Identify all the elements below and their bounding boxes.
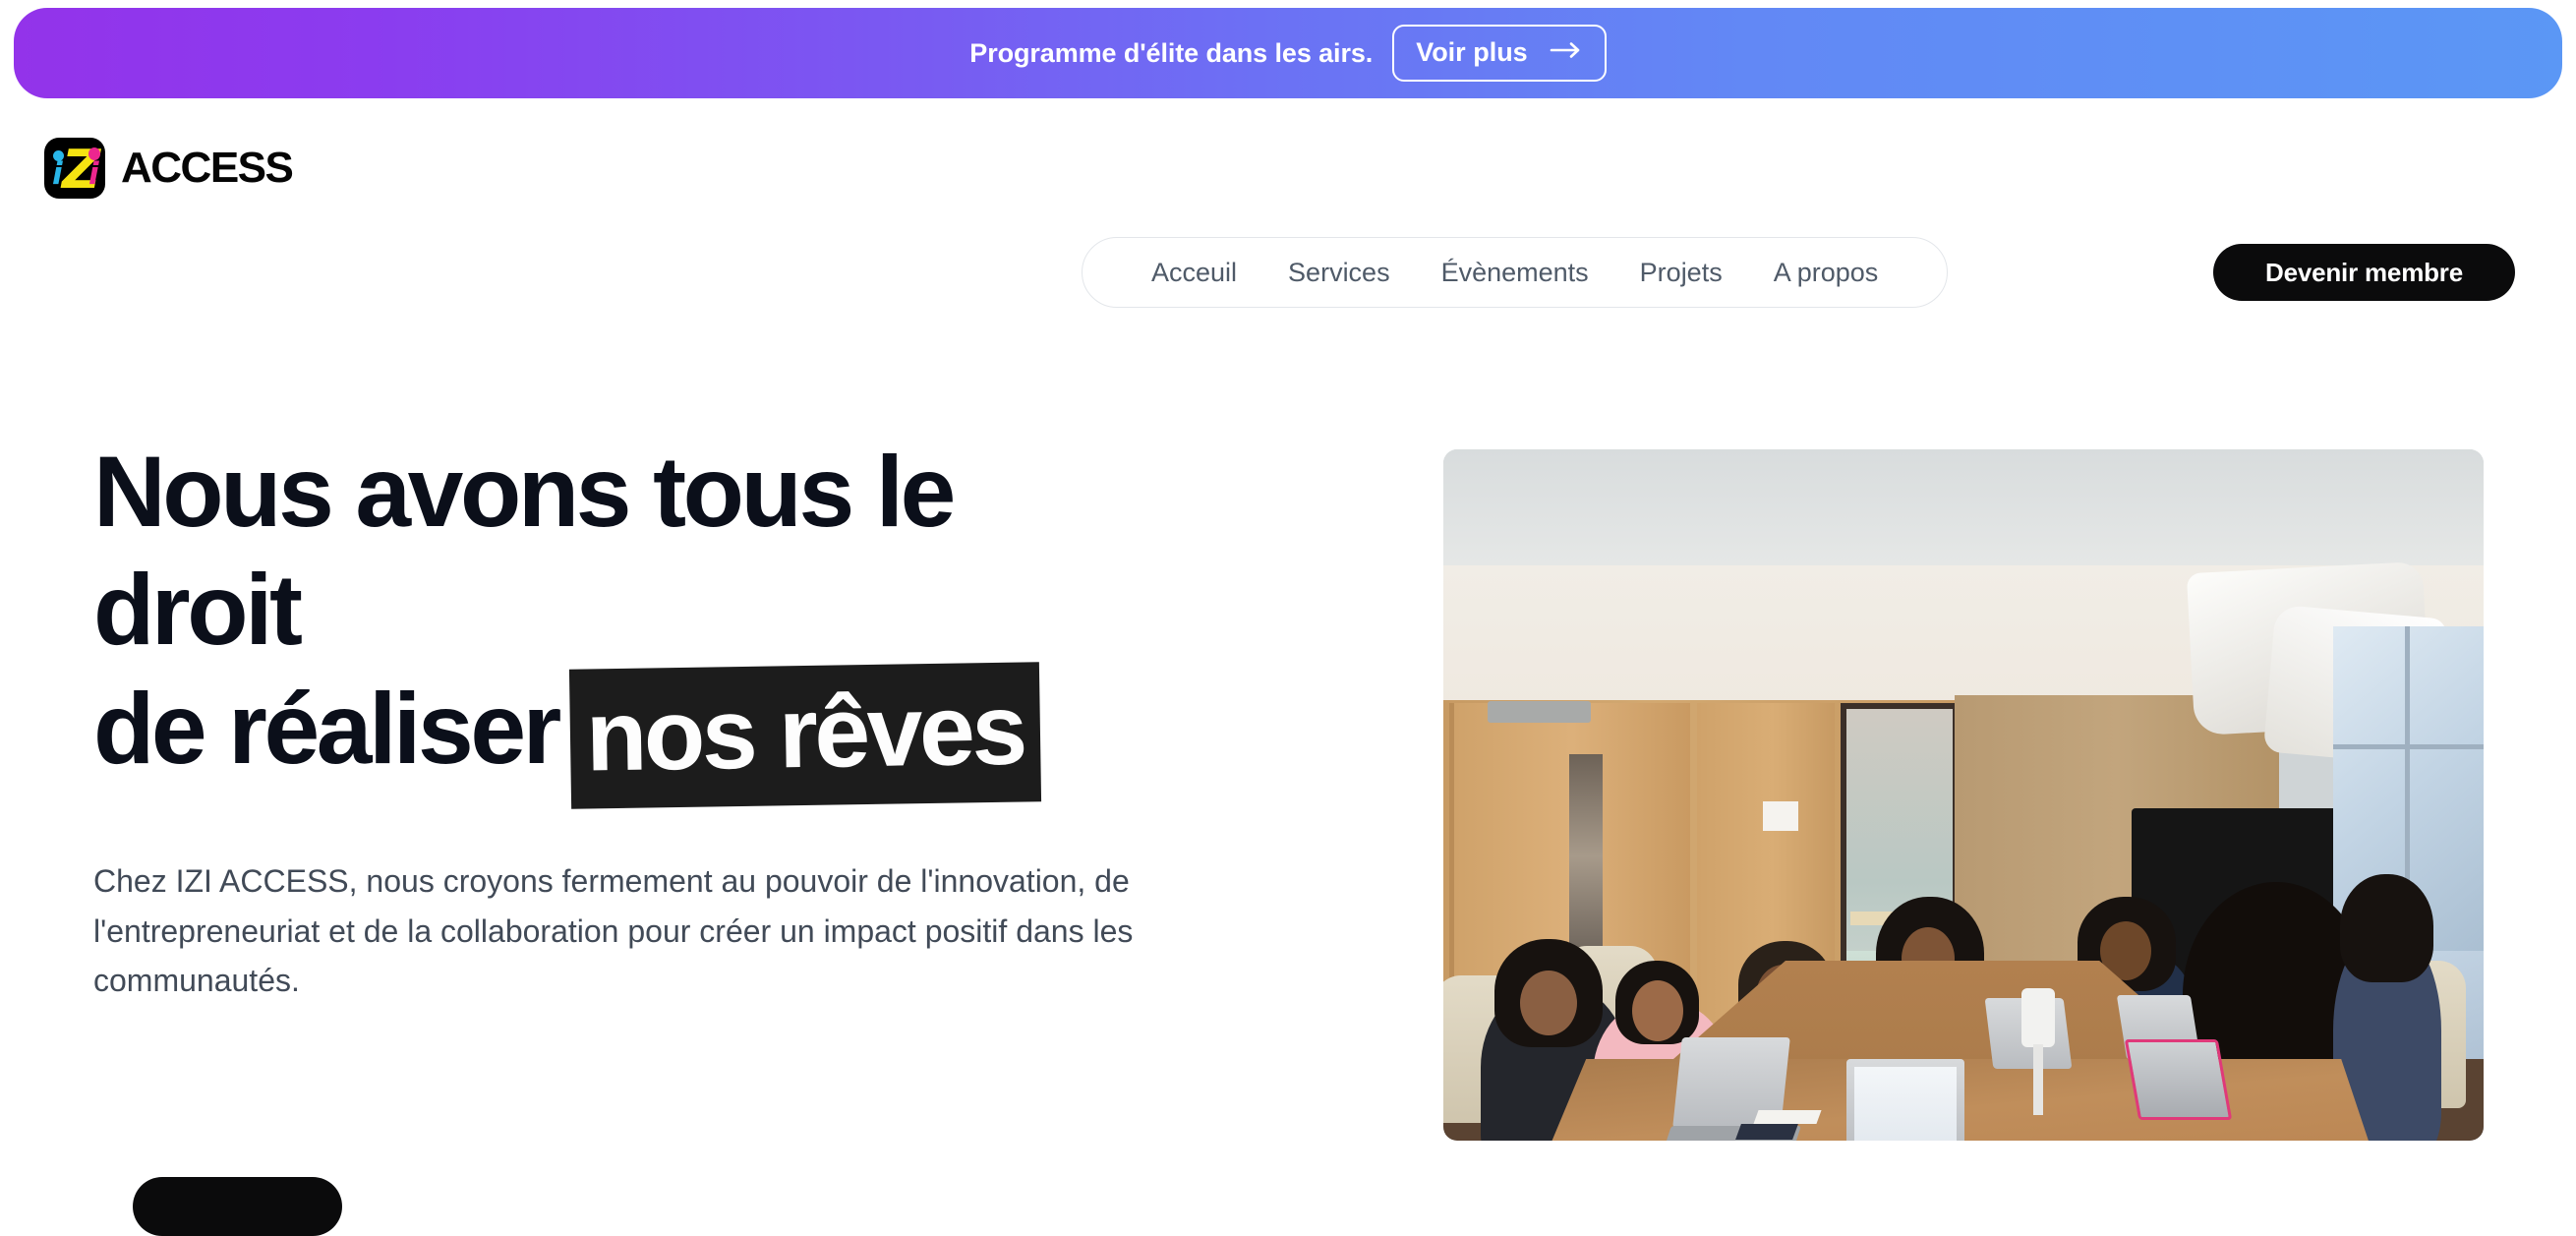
- headline-line-2: droit: [93, 554, 303, 667]
- announcement-banner: Programme d'élite dans les airs. Voir pl…: [14, 8, 2562, 98]
- headline-highlight: nos rêves: [568, 661, 1041, 809]
- logo-wordmark: ACCESS: [121, 144, 294, 192]
- announcement-text: Programme d'élite dans les airs.: [969, 37, 1374, 68]
- headline-line-1: Nous avons tous le: [93, 436, 956, 548]
- nav-item-a-propos[interactable]: A propos: [1748, 238, 1904, 307]
- image-bottle-stem: [2033, 1044, 2043, 1115]
- site-header: i Z i ACCESS Acceuil Services Évènements…: [0, 98, 2576, 308]
- hero-content: Nous avons tous le droit de réaliser nos…: [93, 433, 1372, 1006]
- hero-image: [1443, 449, 2484, 1141]
- hero-description: Chez IZI ACCESS, nous croyons fermement …: [93, 863, 1134, 999]
- image-wall-sign: [1763, 801, 1798, 831]
- nav-item-acceuil[interactable]: Acceuil: [1126, 238, 1262, 307]
- image-notebook: [1735, 1124, 1798, 1140]
- image-ceiling: [1443, 449, 2484, 572]
- image-laptop-5-lid: [2124, 1039, 2233, 1120]
- image-laptop-2-screen: [1854, 1067, 1957, 1141]
- image-person-2-face: [1632, 980, 1683, 1041]
- voir-plus-label: Voir plus: [1416, 37, 1528, 67]
- izi-logo-icon: i Z i: [44, 138, 105, 199]
- voir-plus-button[interactable]: Voir plus: [1392, 25, 1607, 82]
- logo-dot-magenta: [88, 147, 100, 160]
- hero-cta-button[interactable]: [133, 1177, 342, 1236]
- image-papers: [1753, 1110, 1822, 1124]
- nav-item-evenements[interactable]: Évènements: [1416, 238, 1614, 307]
- logo-letter-i-magenta: i: [88, 156, 99, 192]
- announcement-banner-content: Programme d'élite dans les airs. Voir pl…: [969, 25, 1607, 82]
- image-person-1-face: [1520, 971, 1577, 1035]
- image-door-closer: [1488, 701, 1591, 723]
- arrow-right-icon: [1550, 40, 1583, 65]
- page-title: Nous avons tous le droit de réaliser nos…: [93, 433, 1372, 809]
- primary-navigation: Acceuil Services Évènements Projets A pr…: [1082, 237, 1949, 308]
- headline-line-3-prefix: de réaliser: [93, 672, 561, 785]
- headline-line-3: de réaliser nos rêves: [93, 661, 1372, 809]
- logo[interactable]: i Z i ACCESS: [44, 138, 294, 199]
- nav-item-projets[interactable]: Projets: [1614, 238, 1748, 307]
- image-person-7-hair: [2340, 874, 2433, 982]
- image-water-bottle: [2021, 988, 2055, 1047]
- nav-item-services[interactable]: Services: [1262, 238, 1416, 307]
- devenir-membre-button[interactable]: Devenir membre: [2213, 244, 2515, 301]
